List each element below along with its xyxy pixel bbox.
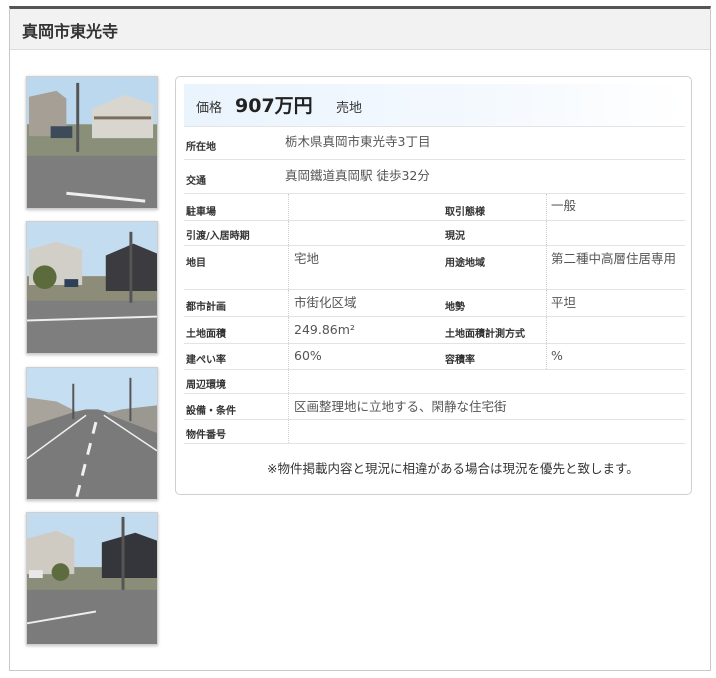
address-value: 栃木県真岡市東光寺3丁目 [285,134,431,149]
detail-row-land-area: 土地面積 249.86m² 土地面積計測方式 [184,317,685,344]
detail-row-property-number: 物件番号 [184,420,685,444]
listing-type: 売地 [336,101,363,116]
terrain-label: 地勢 [445,302,465,313]
detail-row-parking: 駐車場 取引態様 一般 [184,194,685,221]
coverage-label: 建ぺい率 [186,355,226,366]
detail-row-facilities: 設備・条件 区画整理地に立地する、閑静な住宅街 [184,394,685,420]
status-label: 現況 [445,231,465,242]
access-label: 交通 [186,176,206,187]
coverage-value: 60% [294,348,322,363]
detail-row-surroundings: 周辺環境 [184,370,685,394]
photo-image [27,368,157,499]
property-number-label: 物件番号 [186,430,226,441]
property-photo-1[interactable] [26,76,158,209]
land-area-label: 土地面積 [186,329,226,340]
property-info-panel: 価格 907万円 売地 所在地 栃木県真岡市東光寺3丁目 交通 真岡鐵道真岡駅 … [175,76,692,495]
facilities-value: 区画整理地に立地する、閑静な住宅街 [294,399,507,414]
detail-row-handover: 引渡/入居時期 現況 [184,221,685,246]
address-label: 所在地 [186,142,216,153]
land-category-value: 宅地 [294,251,320,266]
access-row: 交通 真岡鐵道真岡駅 徒歩32分 [184,160,685,194]
photo-image [27,513,157,644]
price-value: 907万円 [235,95,313,117]
property-listing-panel: 真岡市東光寺 価格 907万円 売地 所在地 栃木県真岡市東光寺3丁目 交通 真… [9,6,711,671]
terrain-value: 平坦 [551,295,577,310]
facilities-label: 設備・条件 [186,406,236,417]
city-planning-label: 都市計画 [186,302,226,313]
floor-ratio-label: 容積率 [445,355,475,366]
land-area-value: 249.86m² [294,322,355,337]
city-planning-value: 市街化区域 [294,295,357,310]
property-photo-3[interactable] [26,367,158,500]
detail-row-land-category: 地目 宅地 用途地域 第二種中高層住居専用 [184,246,685,290]
photo-image [27,222,157,353]
property-photo-4[interactable] [26,512,158,645]
detail-row-coverage: 建ぺい率 60% 容積率 % [184,344,685,370]
handover-label: 引渡/入居時期 [186,231,250,242]
property-photo-2[interactable] [26,221,158,354]
photo-image [27,77,157,208]
listing-header: 真岡市東光寺 [10,9,710,50]
surroundings-label: 周辺環境 [186,380,226,391]
transaction-label: 取引態様 [445,207,485,218]
page-title: 真岡市東光寺 [22,22,119,41]
access-value: 真岡鐵道真岡駅 徒歩32分 [285,168,430,183]
address-row: 所在地 栃木県真岡市東光寺3丁目 [184,126,685,160]
detail-row-city-planning: 都市計画 市街化区域 地勢 平坦 [184,290,685,317]
price-row: 価格 907万円 売地 [184,84,685,127]
zoning-value: 第二種中高層住居専用 [551,251,677,266]
parking-label: 駐車場 [186,207,216,218]
land-category-label: 地目 [186,258,206,269]
area-method-label: 土地面積計測方式 [445,329,525,340]
disclaimer-note: ※物件掲載内容と現況に相違がある場合は現況を優先と致します。 [267,461,639,476]
zoning-label: 用途地域 [445,258,485,269]
transaction-value: 一般 [551,198,577,213]
floor-ratio-value: % [551,348,563,363]
price-label: 価格 [196,101,223,116]
